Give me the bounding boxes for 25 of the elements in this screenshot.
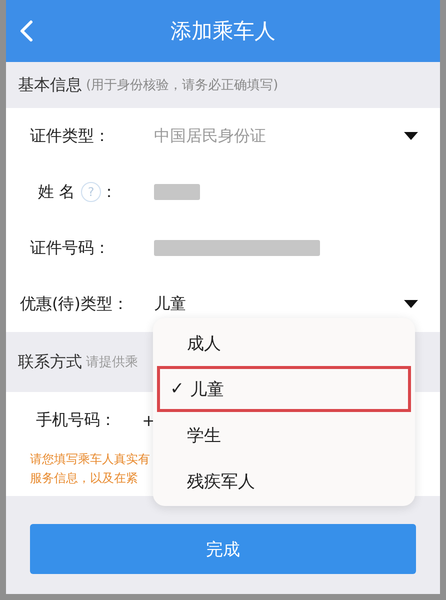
section-hint: (用于身份核验，请务必正确填写)	[86, 77, 278, 94]
menu-option[interactable]: 学生	[153, 412, 415, 458]
select-field[interactable]: 儿童	[154, 294, 404, 314]
back-button[interactable]	[18, 19, 34, 43]
page-title: 添加乘车人	[170, 18, 276, 45]
section-title: 联系方式	[18, 352, 82, 372]
blurred-value	[154, 184, 200, 200]
phone-field[interactable]: +	[142, 410, 156, 430]
section-hint: 请提供乘	[86, 354, 138, 371]
field-label: 优惠(待)类型：	[20, 294, 130, 314]
colon: ：	[101, 182, 118, 202]
notice-text: 请您填写乘车人真实有	[30, 451, 150, 468]
field-label: 姓 名	[38, 182, 76, 202]
field-label: 手机号码：	[36, 410, 117, 430]
menu-option[interactable]: ✓ 儿童	[157, 366, 411, 412]
caret-icon[interactable]	[404, 131, 418, 141]
menu-option[interactable]: 成人	[153, 320, 415, 366]
notice-text: 服务信息，以及在紧	[30, 470, 138, 487]
check-icon: ✓	[170, 379, 190, 399]
back-icon	[18, 19, 34, 43]
menu-option[interactable]: 残疾军人	[153, 458, 415, 504]
field-label: 证件类型：	[30, 126, 111, 146]
caret-icon[interactable]	[404, 299, 418, 309]
field-label: 证件号码：	[30, 238, 110, 258]
section-title: 基本信息	[18, 74, 82, 96]
